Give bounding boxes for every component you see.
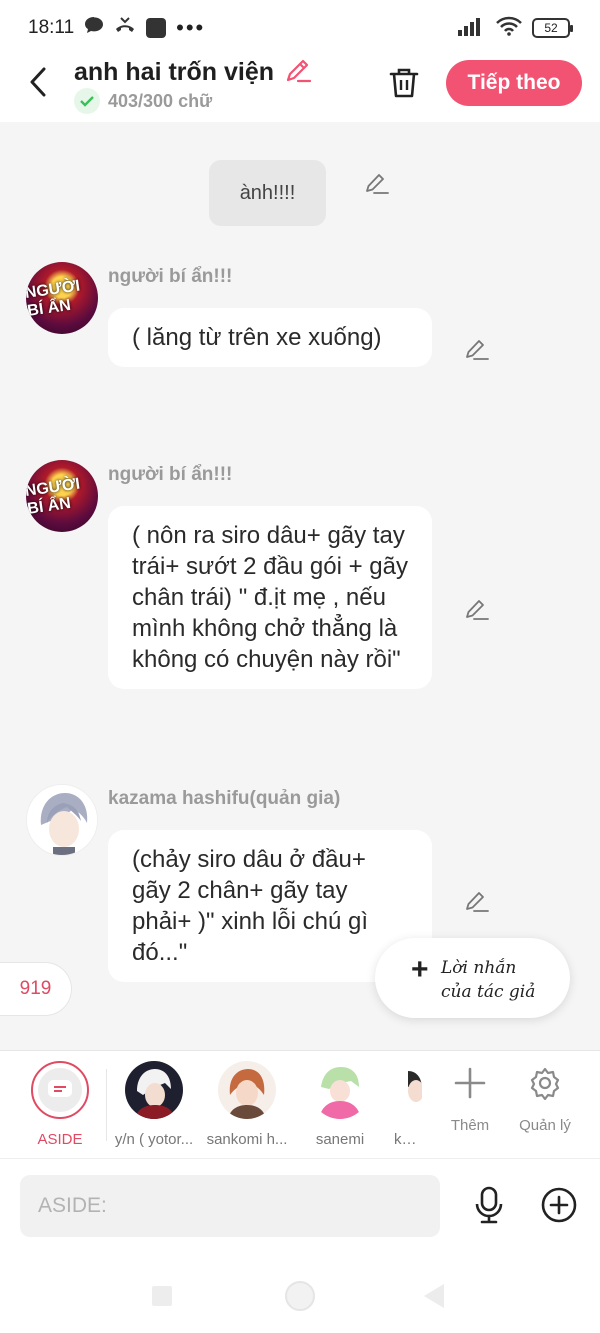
- word-count: 403/300 chữ: [108, 90, 213, 111]
- character-aside[interactable]: ASIDE: [12, 1061, 108, 1148]
- edit-message-button[interactable]: [462, 886, 492, 916]
- microphone-icon: [475, 1186, 503, 1224]
- edit-message-button[interactable]: [462, 594, 492, 624]
- avatar-kazama[interactable]: [26, 784, 98, 856]
- character-label: sankomi h...: [206, 1131, 288, 1148]
- plus-circle-icon: [541, 1187, 577, 1223]
- more-icon: •••: [176, 15, 206, 40]
- character-avatar: [311, 1061, 369, 1119]
- character-label: y/n ( yotor...: [114, 1131, 194, 1148]
- missed-call-icon: [114, 16, 136, 40]
- battery-icon: 52: [532, 18, 573, 38]
- manage-label: Quản lý: [519, 1117, 571, 1134]
- plus-icon: +: [411, 953, 429, 986]
- character-name: người bí ẩn!!!: [108, 464, 233, 485]
- character-name: kazama hashifu(quản gia): [108, 788, 341, 809]
- avatar-text: NGƯỜI BÍ ẨN: [26, 475, 82, 518]
- add-label: Thêm: [450, 1117, 490, 1134]
- system-back-button[interactable]: [424, 1284, 444, 1308]
- add-character-button[interactable]: Thêm: [435, 1063, 505, 1134]
- message-bubble[interactable]: ( lăng từ trên xe xuống): [108, 308, 432, 367]
- avatar-mystery[interactable]: NGƯỜI BÍ ẨN: [26, 262, 98, 334]
- plus-icon: [454, 1067, 486, 1099]
- gear-icon: [530, 1067, 560, 1100]
- character-name: người bí ẩn!!!: [108, 266, 233, 287]
- story-title[interactable]: anh hai trốn viện: [74, 58, 274, 87]
- edit-title-icon[interactable]: [284, 56, 312, 89]
- add-media-button[interactable]: [538, 1183, 580, 1227]
- home-button[interactable]: [285, 1281, 315, 1311]
- input-bar: ASIDE:: [0, 1158, 600, 1254]
- recent-apps-button[interactable]: [152, 1286, 172, 1306]
- character-label: kata: [394, 1131, 422, 1148]
- editor-header: anh hai trốn viện 403/300 chữ Tiếp theo: [0, 56, 600, 122]
- app-icon: [146, 18, 167, 38]
- wifi-icon: [496, 16, 522, 41]
- edit-message-button[interactable]: [462, 334, 492, 364]
- pencil-icon: [466, 892, 489, 912]
- status-time: 18:11: [28, 17, 75, 38]
- message-count-badge[interactable]: 919: [0, 962, 72, 1016]
- trash-icon: [389, 68, 419, 98]
- battery-level: 52: [544, 21, 558, 35]
- avatar-mystery[interactable]: NGƯỜI BÍ ẨN: [26, 460, 98, 532]
- pencil-icon: [466, 600, 489, 620]
- character-avatar: [218, 1061, 276, 1119]
- pencil-icon: [366, 174, 389, 194]
- character-sankomi[interactable]: sankomi h...: [199, 1061, 295, 1148]
- signal-icon: [458, 16, 486, 41]
- author-note-button[interactable]: + Lời nhắn của tác giả: [375, 938, 570, 1018]
- back-button[interactable]: [20, 62, 56, 102]
- delete-button[interactable]: [384, 60, 424, 104]
- character-avatar: [125, 1061, 183, 1119]
- manage-button[interactable]: Quản lý: [510, 1063, 580, 1134]
- character-label: ASIDE: [37, 1131, 83, 1148]
- next-button[interactable]: Tiếp theo: [446, 60, 582, 106]
- aside-bubble[interactable]: ành!!!!: [209, 160, 326, 226]
- avatar-text: NGƯỜI BÍ ẨN: [26, 277, 82, 320]
- character-avatar: [382, 1061, 422, 1119]
- chat-area[interactable]: ành!!!! NGƯỜI BÍ ẨN người bí ẩn!!! ( lăn…: [0, 122, 600, 1050]
- chat-bubble-icon: [84, 16, 104, 40]
- check-icon: [74, 88, 100, 114]
- status-bar: 18:11 ••• 52: [0, 0, 600, 56]
- pencil-icon: [466, 340, 489, 360]
- edit-aside-button[interactable]: [362, 168, 392, 198]
- message-bubble[interactable]: ( nôn ra siro dâu+ gãy tay trái+ sướt 2 …: [108, 506, 432, 689]
- chevron-left-icon: [30, 67, 46, 97]
- aside-avatar: [31, 1061, 89, 1119]
- character-yn[interactable]: y/n ( yotor...: [106, 1061, 202, 1148]
- message-input[interactable]: ASIDE:: [20, 1175, 440, 1237]
- author-note-label: Lời nhắn của tác giả: [441, 958, 536, 1002]
- message-icon: [48, 1080, 72, 1097]
- voice-input-button[interactable]: [468, 1183, 510, 1227]
- system-nav-bar: [0, 1254, 600, 1333]
- character-bar: ASIDE y/n ( yotor... sankomi h... sanemi…: [0, 1050, 600, 1158]
- character-kata[interactable]: kata: [372, 1061, 422, 1148]
